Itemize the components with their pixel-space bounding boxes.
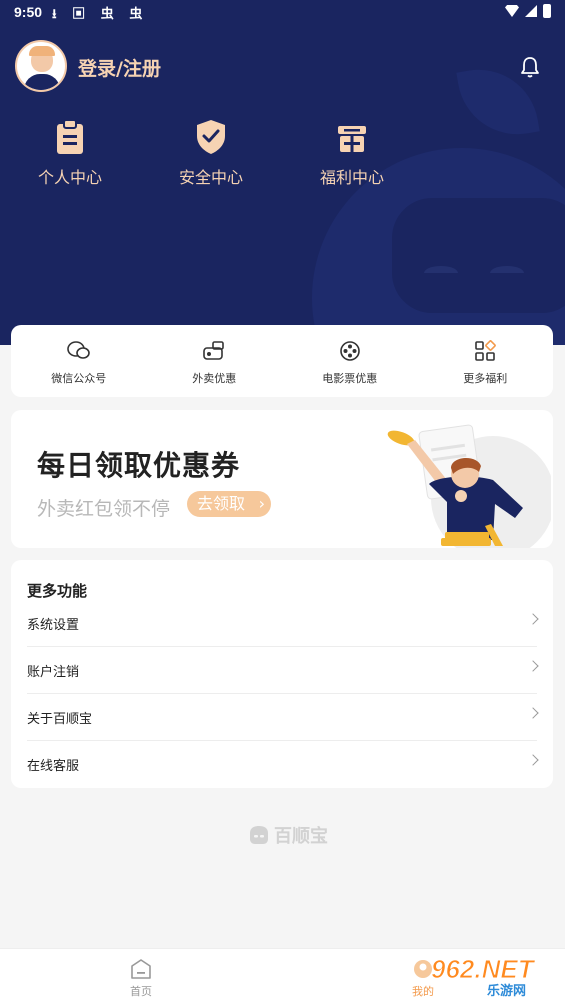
quick-link-security-center[interactable]: 安全中心 [156,118,266,188]
decorative-mascot-eye [424,266,458,280]
wifi-icon [505,5,519,17]
takeout-icon [203,341,225,360]
bell-icon[interactable] [519,55,541,79]
banner-title: 每日领取优惠券 [37,449,241,482]
gift-icon [338,126,366,152]
menu-item-label: 关于百顺宝 [27,712,93,727]
menu-item-account-deletion[interactable]: 账户注销 [27,647,539,694]
section-title: 更多功能 [27,582,88,600]
quick-link-personal-center[interactable]: 个人中心 [15,118,125,188]
clipboard-icon [57,119,83,154]
banner-subtitle: 外卖红包领不停 [37,498,171,520]
service-movie-ticket-deals[interactable]: 电影票优惠 [282,325,418,397]
status-notification-icons: ⭳ ▣ 虫 虫 [52,6,149,21]
chevron-right-icon [527,660,539,672]
services-card: 微信公众号 外卖优惠 电影票优惠 更多福利 [11,325,553,397]
menu-item-label: 账户注销 [27,665,80,680]
menu-item-system-settings[interactable]: 系统设置 [27,600,539,647]
brand-footer: 百顺宝 [248,822,328,848]
chevron-right-icon [527,613,539,625]
service-more-benefits[interactable]: 更多福利 [418,325,554,397]
quick-link-label: 安全中心 [178,168,243,187]
menu-item-about[interactable]: 关于百顺宝 [27,694,539,741]
decorative-mascot-eye [490,266,524,280]
film-reel-icon [339,341,360,361]
tab-home[interactable]: 首页 [111,957,171,999]
profile-header: 9:50 ⭳ ▣ 虫 虫 登录/注册 个人中心 安全中心 福利中心 [0,0,565,345]
signal-icon [525,5,537,17]
chevron-right-icon: › [258,494,265,513]
site-watermark: 962.NET 乐游网 [409,954,557,1000]
decorative-mascot-face [392,198,565,313]
tab-label: 首页 [130,985,152,998]
claim-button-label: 去领取 [197,494,246,513]
service-label: 微信公众号 [51,372,107,385]
service-wechat-official-account[interactable]: 微信公众号 [11,325,147,397]
avatar[interactable] [15,40,67,92]
brand-logo-icon [250,826,268,844]
home-icon [131,959,151,979]
service-label: 电影票优惠 [322,372,378,385]
quick-link-label: 福利中心 [319,168,384,187]
watermark-sub: 乐游网 [487,984,527,999]
service-label: 更多福利 [463,372,508,385]
wechat-icon [66,341,90,359]
status-bar: 9:50 ⭳ ▣ 虫 虫 [0,0,565,26]
battery-icon [543,4,551,18]
menu-item-label: 系统设置 [27,618,80,633]
login-register-link[interactable]: 登录/注册 [78,54,161,81]
grid-icon [475,340,497,361]
chevron-right-icon [527,754,539,766]
more-functions-card: 更多功能 系统设置 账户注销 关于百顺宝 在线客服 [11,560,553,788]
status-time: 9:50 [14,4,43,20]
coupon-banner[interactable]: 每日领取优惠券 外卖红包领不停 去领取 › [11,410,553,548]
chevron-right-icon [527,707,539,719]
service-takeout-deals[interactable]: 外卖优惠 [147,325,283,397]
brand-name: 百顺宝 [274,826,328,847]
quick-link-label: 个人中心 [37,168,102,187]
menu-item-online-support[interactable]: 在线客服 [27,741,539,788]
status-system-icons [505,4,551,18]
menu-item-label: 在线客服 [27,759,80,774]
mascot-illustration [387,424,551,548]
quick-link-welfare-center[interactable]: 福利中心 [297,118,407,188]
claim-button[interactable]: 去领取 › [187,491,271,517]
service-label: 外卖优惠 [192,372,237,385]
shield-check-icon [197,120,225,154]
